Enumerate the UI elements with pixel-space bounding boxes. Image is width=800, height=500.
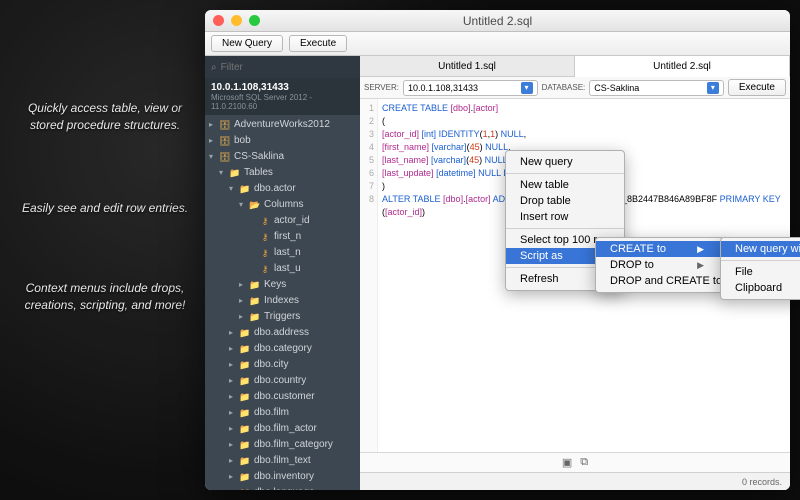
table-dbo-country[interactable]: ▸📁dbo.country <box>205 373 360 389</box>
column-last_n[interactable]: ⚷last_n <box>205 245 360 261</box>
table-dbo-language[interactable]: ▸📁dbo.language <box>205 485 360 490</box>
titlebar: Untitled 2.sql <box>205 10 790 32</box>
tables-folder[interactable]: ▾📁Tables <box>205 165 360 181</box>
columns-folder[interactable]: ▾📂Columns <box>205 197 360 213</box>
search-icon: ⌕ <box>211 62 217 73</box>
menu-item-file[interactable]: File <box>721 264 800 280</box>
table-dbo-inventory[interactable]: ▸📁dbo.inventory <box>205 469 360 485</box>
column-actor_id[interactable]: ⚷actor_id <box>205 213 360 229</box>
tab-untitled-1[interactable]: Untitled 1.sql <box>360 56 575 76</box>
db-bob[interactable]: ▸🗄bob <box>205 133 360 149</box>
table-dbo-customer[interactable]: ▸📁dbo.customer <box>205 389 360 405</box>
table-dbo-category[interactable]: ▸📁dbo.category <box>205 341 360 357</box>
server-version: Microsoft SQL Server 2012 - 11.0.2100.60 <box>211 93 354 111</box>
table-dbo-film_text[interactable]: ▸📁dbo.film_text <box>205 453 360 469</box>
submenu-script-as: CREATE to▶DROP to▶DROP and CREATE to▶ <box>595 237 725 293</box>
filter-input[interactable] <box>221 62 354 73</box>
menu-item-drop-table[interactable]: Drop table <box>506 193 624 209</box>
menu-item-new-query-window[interactable]: New query window <box>721 241 800 257</box>
promo-text-1: Quickly access table, view or stored pro… <box>20 100 190 134</box>
table-dbo-actor[interactable]: ▾📁dbo.actor <box>205 181 360 197</box>
chevron-down-icon: ▾ <box>707 82 719 94</box>
indexes-folder[interactable]: ▸📁Indexes <box>205 293 360 309</box>
triggers-folder[interactable]: ▸📁Triggers <box>205 309 360 325</box>
server-select[interactable]: 10.0.1.108,31433▾ <box>403 80 538 96</box>
server-label: SERVER: <box>364 83 399 92</box>
sidebar: ⌕ 10.0.1.108,31433 Microsoft SQL Server … <box>205 56 360 490</box>
promo-text-3: Context menus include drops, creations, … <box>20 280 190 314</box>
execute-query-button[interactable]: Execute <box>728 79 786 96</box>
menu-item-insert-row[interactable]: Insert row <box>506 209 624 225</box>
menu-item-new-table[interactable]: New table <box>506 177 624 193</box>
window-title: Untitled 2.sql <box>205 14 790 28</box>
tab-untitled-2[interactable]: Untitled 2.sql <box>575 56 790 77</box>
db-CS-Saklina[interactable]: ▾🗄CS-Saklina <box>205 149 360 165</box>
keys-folder[interactable]: ▸📁Keys <box>205 277 360 293</box>
connection-bar: SERVER: 10.0.1.108,31433▾ DATABASE: CS-S… <box>360 77 790 99</box>
toolbar: New Query Execute <box>205 32 790 56</box>
menu-item-clipboard[interactable]: Clipboard <box>721 280 800 296</box>
copy-icon[interactable]: ⧉ <box>580 456 588 469</box>
menu-item-drop-and-create-to[interactable]: DROP and CREATE to▶ <box>596 273 724 289</box>
menu-item-create-to[interactable]: CREATE to▶ <box>596 241 724 257</box>
table-dbo-film[interactable]: ▸📁dbo.film <box>205 405 360 421</box>
camera-icon[interactable]: ▣ <box>562 456 572 469</box>
menu-item-drop-to[interactable]: DROP to▶ <box>596 257 724 273</box>
table-dbo-film_category[interactable]: ▸📁dbo.film_category <box>205 437 360 453</box>
filter-bar: ⌕ <box>205 56 360 78</box>
object-tree: ▸🗄AdventureWorks2012▸🗄bob▾🗄CS-Saklina▾📁T… <box>205 115 360 490</box>
tab-bar: Untitled 1.sql Untitled 2.sql <box>360 56 790 77</box>
chevron-down-icon: ▾ <box>521 82 533 94</box>
zoom-icon[interactable] <box>249 15 260 26</box>
database-select[interactable]: CS-Saklina▾ <box>589 80 724 96</box>
status-bar: 0 records. <box>360 472 790 490</box>
table-dbo-film_actor[interactable]: ▸📁dbo.film_actor <box>205 421 360 437</box>
column-last_u[interactable]: ⚷last_u <box>205 261 360 277</box>
server-header[interactable]: 10.0.1.108,31433 Microsoft SQL Server 20… <box>205 78 360 115</box>
new-query-button[interactable]: New Query <box>211 35 283 52</box>
promo-text-2: Easily see and edit row entries. <box>20 200 190 217</box>
column-first_n[interactable]: ⚷first_n <box>205 229 360 245</box>
submenu-create-to: New query window FileClipboard <box>720 237 800 300</box>
database-label: DATABASE: <box>542 83 586 92</box>
menu-item-new-query[interactable]: New query <box>506 154 624 170</box>
server-address: 10.0.1.108,31433 <box>211 82 354 93</box>
db-AdventureWorks2012[interactable]: ▸🗄AdventureWorks2012 <box>205 117 360 133</box>
table-dbo-address[interactable]: ▸📁dbo.address <box>205 325 360 341</box>
table-dbo-city[interactable]: ▸📁dbo.city <box>205 357 360 373</box>
close-icon[interactable] <box>213 15 224 26</box>
line-gutter: 12345678 <box>360 99 378 452</box>
bottom-icon-bar: ▣ ⧉ <box>360 452 790 472</box>
minimize-icon[interactable] <box>231 15 242 26</box>
execute-button[interactable]: Execute <box>289 35 347 52</box>
